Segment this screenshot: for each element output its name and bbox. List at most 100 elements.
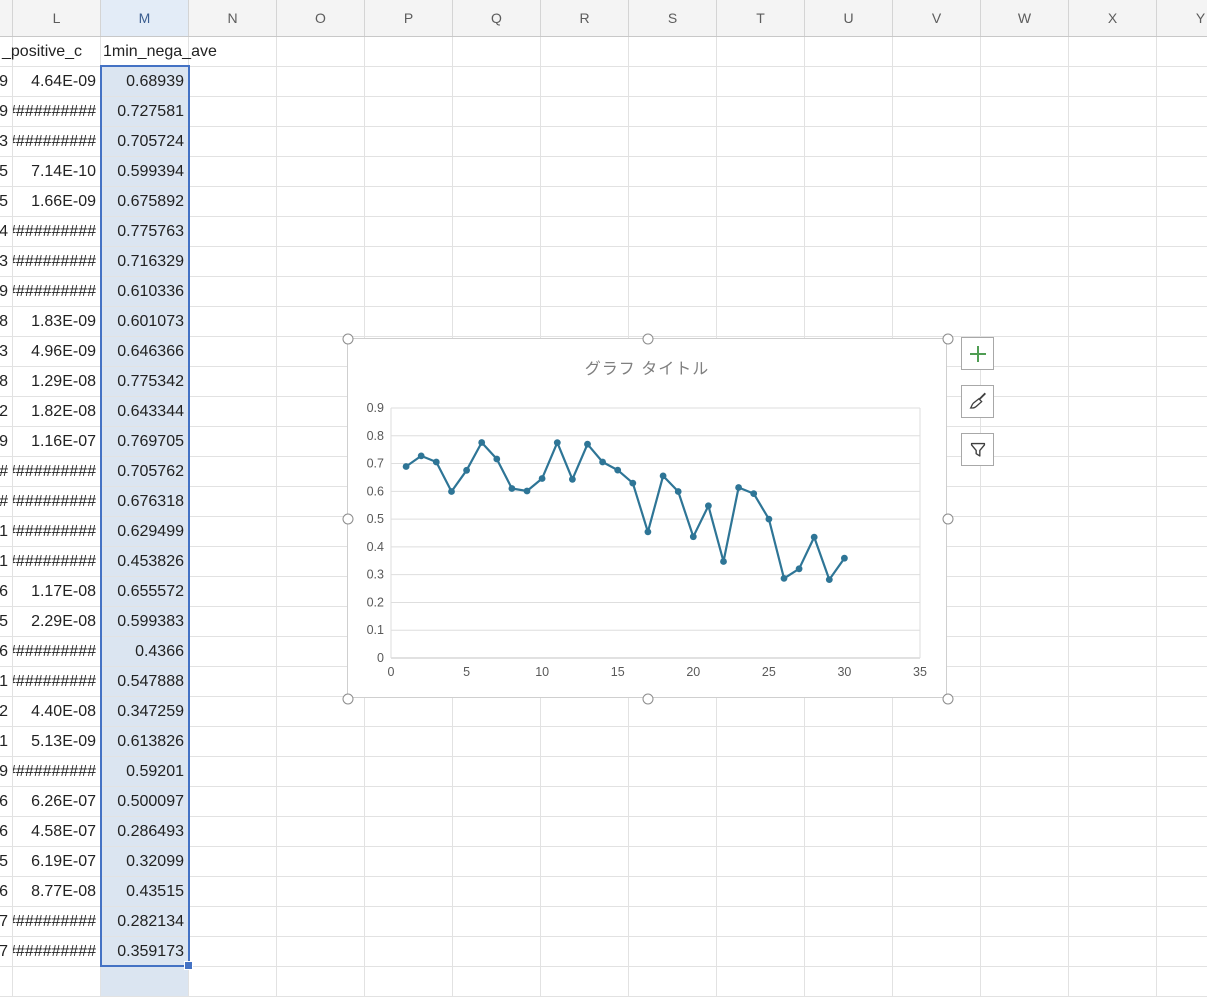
cell-empty[interactable]: [1157, 97, 1207, 127]
cell-empty[interactable]: [1069, 97, 1157, 127]
cell-empty[interactable]: [365, 97, 453, 127]
cell-empty[interactable]: [1157, 877, 1207, 907]
cell-empty[interactable]: [365, 247, 453, 277]
cell-empty[interactable]: [981, 847, 1069, 877]
cell-empty[interactable]: [717, 277, 805, 307]
cell-empty[interactable]: [629, 727, 717, 757]
cell-empty[interactable]: [365, 157, 453, 187]
column-header-S[interactable]: S: [629, 0, 717, 36]
cell-empty[interactable]: [893, 217, 981, 247]
cell-empty[interactable]: [1069, 217, 1157, 247]
cell-empty[interactable]: [1157, 937, 1207, 967]
cell-m[interactable]: 0.59201: [101, 757, 189, 787]
cell-m[interactable]: [101, 967, 189, 997]
cell-empty[interactable]: [453, 877, 541, 907]
cell-empty[interactable]: [1069, 667, 1157, 697]
cell-empty[interactable]: [893, 847, 981, 877]
cell-empty[interactable]: [805, 907, 893, 937]
cell-empty[interactable]: [453, 157, 541, 187]
cell-m[interactable]: 0.716329: [101, 247, 189, 277]
cell-l[interactable]: ##########: [13, 547, 101, 577]
cell-empty[interactable]: [277, 727, 365, 757]
cell-empty[interactable]: [805, 67, 893, 97]
cell-l[interactable]: 4.96E-09: [13, 337, 101, 367]
cell-empty[interactable]: [1069, 157, 1157, 187]
cell-empty[interactable]: [1157, 187, 1207, 217]
column-header-P[interactable]: P: [365, 0, 453, 36]
cell-empty[interactable]: [1157, 577, 1207, 607]
cell-empty[interactable]: [189, 907, 277, 937]
cell-empty[interactable]: [277, 787, 365, 817]
cell-l[interactable]: ##########: [13, 127, 101, 157]
cell-m[interactable]: 0.629499: [101, 517, 189, 547]
cell-empty[interactable]: [1069, 307, 1157, 337]
cell-empty[interactable]: [453, 937, 541, 967]
cell-empty[interactable]: [1069, 247, 1157, 277]
cell-empty[interactable]: [277, 307, 365, 337]
cell-k[interactable]: 9: [0, 97, 13, 127]
cell-empty[interactable]: [189, 607, 277, 637]
cell-m[interactable]: 0.675892: [101, 187, 189, 217]
cell-empty[interactable]: [277, 187, 365, 217]
cell-empty[interactable]: [1069, 397, 1157, 427]
cell-k[interactable]: 3: [0, 127, 13, 157]
cell-empty[interactable]: [805, 817, 893, 847]
cell-m[interactable]: 0.643344: [101, 397, 189, 427]
cell-empty[interactable]: [189, 727, 277, 757]
cell-k[interactable]: 1: [0, 517, 13, 547]
column-header-O[interactable]: O: [277, 0, 365, 36]
cell-empty[interactable]: [981, 157, 1069, 187]
chart-resize-handle-n[interactable]: [643, 334, 654, 345]
cell-empty[interactable]: [805, 37, 893, 67]
cell-empty[interactable]: [1157, 757, 1207, 787]
cell-l[interactable]: ##########: [13, 517, 101, 547]
cell-empty[interactable]: [981, 487, 1069, 517]
cell-empty[interactable]: [189, 97, 277, 127]
cell-l[interactable]: ##########: [13, 637, 101, 667]
cell-empty[interactable]: [629, 937, 717, 967]
cell-empty[interactable]: [1157, 697, 1207, 727]
cell-empty[interactable]: [541, 127, 629, 157]
cell-empty[interactable]: [365, 727, 453, 757]
cell-k[interactable]: 8: [0, 367, 13, 397]
cell-empty[interactable]: [629, 907, 717, 937]
cell-empty[interactable]: [189, 457, 277, 487]
cell-l[interactable]: 4.64E-09: [13, 67, 101, 97]
cell-empty[interactable]: [893, 787, 981, 817]
cell-empty[interactable]: [981, 337, 1069, 367]
column-header-M[interactable]: M: [101, 0, 189, 36]
cell-empty[interactable]: [277, 127, 365, 157]
cell-k[interactable]: 6: [0, 877, 13, 907]
cell-empty[interactable]: [1157, 967, 1207, 997]
cell-m[interactable]: 0.43515: [101, 877, 189, 907]
cell-empty[interactable]: [453, 247, 541, 277]
column-header-W[interactable]: W: [981, 0, 1069, 36]
cell-empty[interactable]: [365, 847, 453, 877]
cell-k[interactable]: 5: [0, 847, 13, 877]
cell-empty[interactable]: [981, 277, 1069, 307]
cell-empty[interactable]: [629, 307, 717, 337]
cell-empty[interactable]: [805, 847, 893, 877]
cell-empty[interactable]: [1069, 697, 1157, 727]
cell-empty[interactable]: [981, 667, 1069, 697]
cell-empty[interactable]: [1069, 367, 1157, 397]
cell-empty[interactable]: [893, 157, 981, 187]
cell-empty[interactable]: [717, 817, 805, 847]
cell-empty[interactable]: [541, 757, 629, 787]
cell-l[interactable]: 7.14E-10: [13, 157, 101, 187]
cell-l[interactable]: 6.26E-07: [13, 787, 101, 817]
cell-l[interactable]: 8.77E-08: [13, 877, 101, 907]
cell-l[interactable]: 4.40E-08: [13, 697, 101, 727]
cell-empty[interactable]: [629, 817, 717, 847]
cell-empty[interactable]: [453, 37, 541, 67]
cell-k[interactable]: 7: [0, 937, 13, 967]
cell-empty[interactable]: [1069, 547, 1157, 577]
cell-empty[interactable]: [981, 727, 1069, 757]
cell-empty[interactable]: [893, 967, 981, 997]
cell-empty[interactable]: [981, 67, 1069, 97]
cell-empty[interactable]: [1157, 397, 1207, 427]
cell-l[interactable]: ##########: [13, 667, 101, 697]
cell-m[interactable]: 0.282134: [101, 907, 189, 937]
cell-m[interactable]: 0.599383: [101, 607, 189, 637]
cell-empty[interactable]: [1069, 427, 1157, 457]
